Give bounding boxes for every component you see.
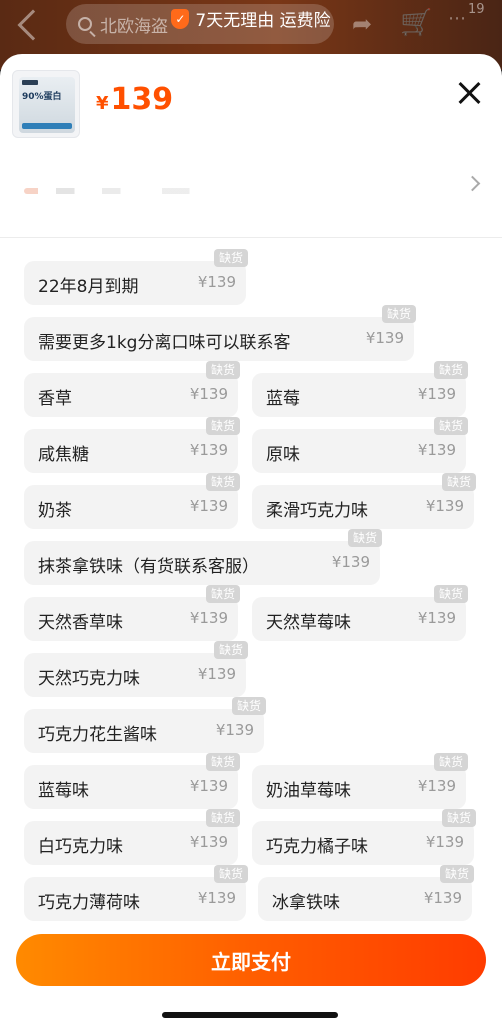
sold-out-tag: 缺货 [433,753,468,771]
option-chip[interactable]: 香草 ¥139 缺货 [24,361,240,417]
option-chip[interactable]: 天然香草味 ¥139 缺货 [24,585,240,641]
option-chip[interactable]: 22年8月到期 ¥139 缺货 [24,249,248,305]
option-price: ¥139 [215,721,254,739]
option-name: 香草 [38,389,72,409]
option-chip[interactable]: 冰拿铁味 ¥139 缺货 [258,865,474,921]
flavor-options: 22年8月到期 ¥139 缺货 需要更多1kg分离口味可以联系客 ¥139 缺货… [0,238,502,928]
option-price: ¥139 [189,497,228,515]
sold-out-tag: 缺货 [441,809,476,827]
option-price: ¥139 [425,497,464,515]
option-price: ¥139 [331,553,370,571]
option-name: 巧克力橘子味 [266,837,368,857]
product-image: 90%蛋白 [19,77,75,133]
option-price: ¥139 [417,777,456,795]
option-chip[interactable]: 白巧克力味 ¥139 缺货 [24,809,240,865]
guarantee-text: 7天无理由 运费险 [195,11,331,31]
sold-out-tag: 缺货 [205,417,240,435]
sold-out-tag: 缺货 [347,529,382,547]
option-name: 白巧克力味 [38,837,123,857]
guarantee-banner: ✓ 7天无理由 运费险 [0,6,502,31]
option-chip[interactable]: 需要更多1kg分离口味可以联系客 ¥139 缺货 [24,305,416,361]
selected-address-row[interactable] [24,172,464,212]
option-price: ¥139 [189,441,228,459]
thumbnail-label: 90%蛋白 [22,92,62,102]
option-chip[interactable]: 蓝莓味 ¥139 缺货 [24,753,240,809]
sold-out-tag: 缺货 [205,753,240,771]
sold-out-tag: 缺货 [213,641,248,659]
option-chip[interactable]: 奶茶 ¥139 缺货 [24,473,240,529]
option-name: 奶油草莓味 [266,781,351,801]
option-chip[interactable]: 咸焦糖 ¥139 缺货 [24,417,240,473]
brand-logo [22,80,38,85]
option-chip[interactable]: 蓝莓 ¥139 缺货 [252,361,468,417]
option-name: 天然巧克力味 [38,669,140,689]
option-chip[interactable]: 天然巧克力味 ¥139 缺货 [24,641,248,697]
option-chip[interactable]: 柔滑巧克力味 ¥139 缺货 [252,473,476,529]
option-price: ¥139 [425,833,464,851]
sold-out-tag: 缺货 [231,697,266,715]
option-name: 咸焦糖 [38,445,89,465]
option-name: 巧克力花生酱味 [38,725,157,745]
option-name: 蓝莓 [266,389,300,409]
option-price: ¥139 [417,609,456,627]
sheet-header: 90%蛋白 ¥ 139 [0,54,502,238]
option-name: 蓝莓味 [38,781,89,801]
option-price: ¥139 [365,329,404,347]
pay-now-button[interactable]: 立即支付 [16,934,486,986]
sold-out-tag: 缺货 [433,417,468,435]
option-price: ¥139 [197,273,236,291]
sold-out-tag: 缺货 [205,585,240,603]
option-name: 柔滑巧克力味 [266,501,368,521]
price-value: 139 [110,82,174,117]
option-chip[interactable]: 巧克力薄荷味 ¥139 缺货 [24,865,248,921]
option-name: 奶茶 [38,501,72,521]
option-chip[interactable]: 抹茶拿铁味（有货联系客服） ¥139 缺货 [24,529,382,585]
option-chip[interactable]: 原味 ¥139 缺货 [252,417,468,473]
option-price: ¥139 [189,833,228,851]
currency-symbol: ¥ [96,93,109,114]
option-name: 天然草莓味 [266,613,351,633]
close-icon[interactable] [454,78,484,108]
sku-selection-sheet: 90%蛋白 ¥ 139 22年8月到期 ¥139 缺货 需要更多1kg分离口味可… [0,54,502,1024]
sold-out-tag: 缺货 [439,865,474,883]
option-name: 天然香草味 [38,613,123,633]
option-name: 原味 [266,445,300,465]
price-display: ¥ 139 [96,82,173,117]
thumbnail-stripe [22,123,72,129]
sold-out-tag: 缺货 [205,473,240,491]
option-chip[interactable]: 天然草莓味 ¥139 缺货 [252,585,468,641]
chevron-right-icon[interactable] [464,175,481,192]
shield-check-icon: ✓ [171,8,190,29]
option-price: ¥139 [417,441,456,459]
option-price: ¥139 [197,889,236,907]
option-chip[interactable]: 巧克力花生酱味 ¥139 缺货 [24,697,266,753]
sold-out-tag: 缺货 [433,585,468,603]
sold-out-tag: 缺货 [205,361,240,379]
option-name: 需要更多1kg分离口味可以联系客 [38,333,291,353]
option-price: ¥139 [189,609,228,627]
option-price: ¥139 [189,385,228,403]
blurred-text [24,188,254,194]
option-name: 冰拿铁味 [272,893,340,913]
option-price: ¥139 [417,385,456,403]
sold-out-tag: 缺货 [213,249,248,267]
sold-out-tag: 缺货 [433,361,468,379]
sold-out-tag: 缺货 [441,473,476,491]
sold-out-tag: 缺货 [381,305,416,323]
product-thumbnail[interactable]: 90%蛋白 [12,70,80,138]
sold-out-tag: 缺货 [205,809,240,827]
sold-out-tag: 缺货 [213,865,248,883]
option-name: 巧克力薄荷味 [38,893,140,913]
option-price: ¥139 [189,777,228,795]
home-indicator[interactable] [162,1012,338,1018]
option-name: 22年8月到期 [38,277,139,297]
option-price: ¥139 [423,889,462,907]
option-price: ¥139 [197,665,236,683]
option-name: 抹茶拿铁味（有货联系客服） [38,557,259,577]
option-chip[interactable]: 巧克力橘子味 ¥139 缺货 [252,809,476,865]
option-chip[interactable]: 奶油草莓味 ¥139 缺货 [252,753,468,809]
